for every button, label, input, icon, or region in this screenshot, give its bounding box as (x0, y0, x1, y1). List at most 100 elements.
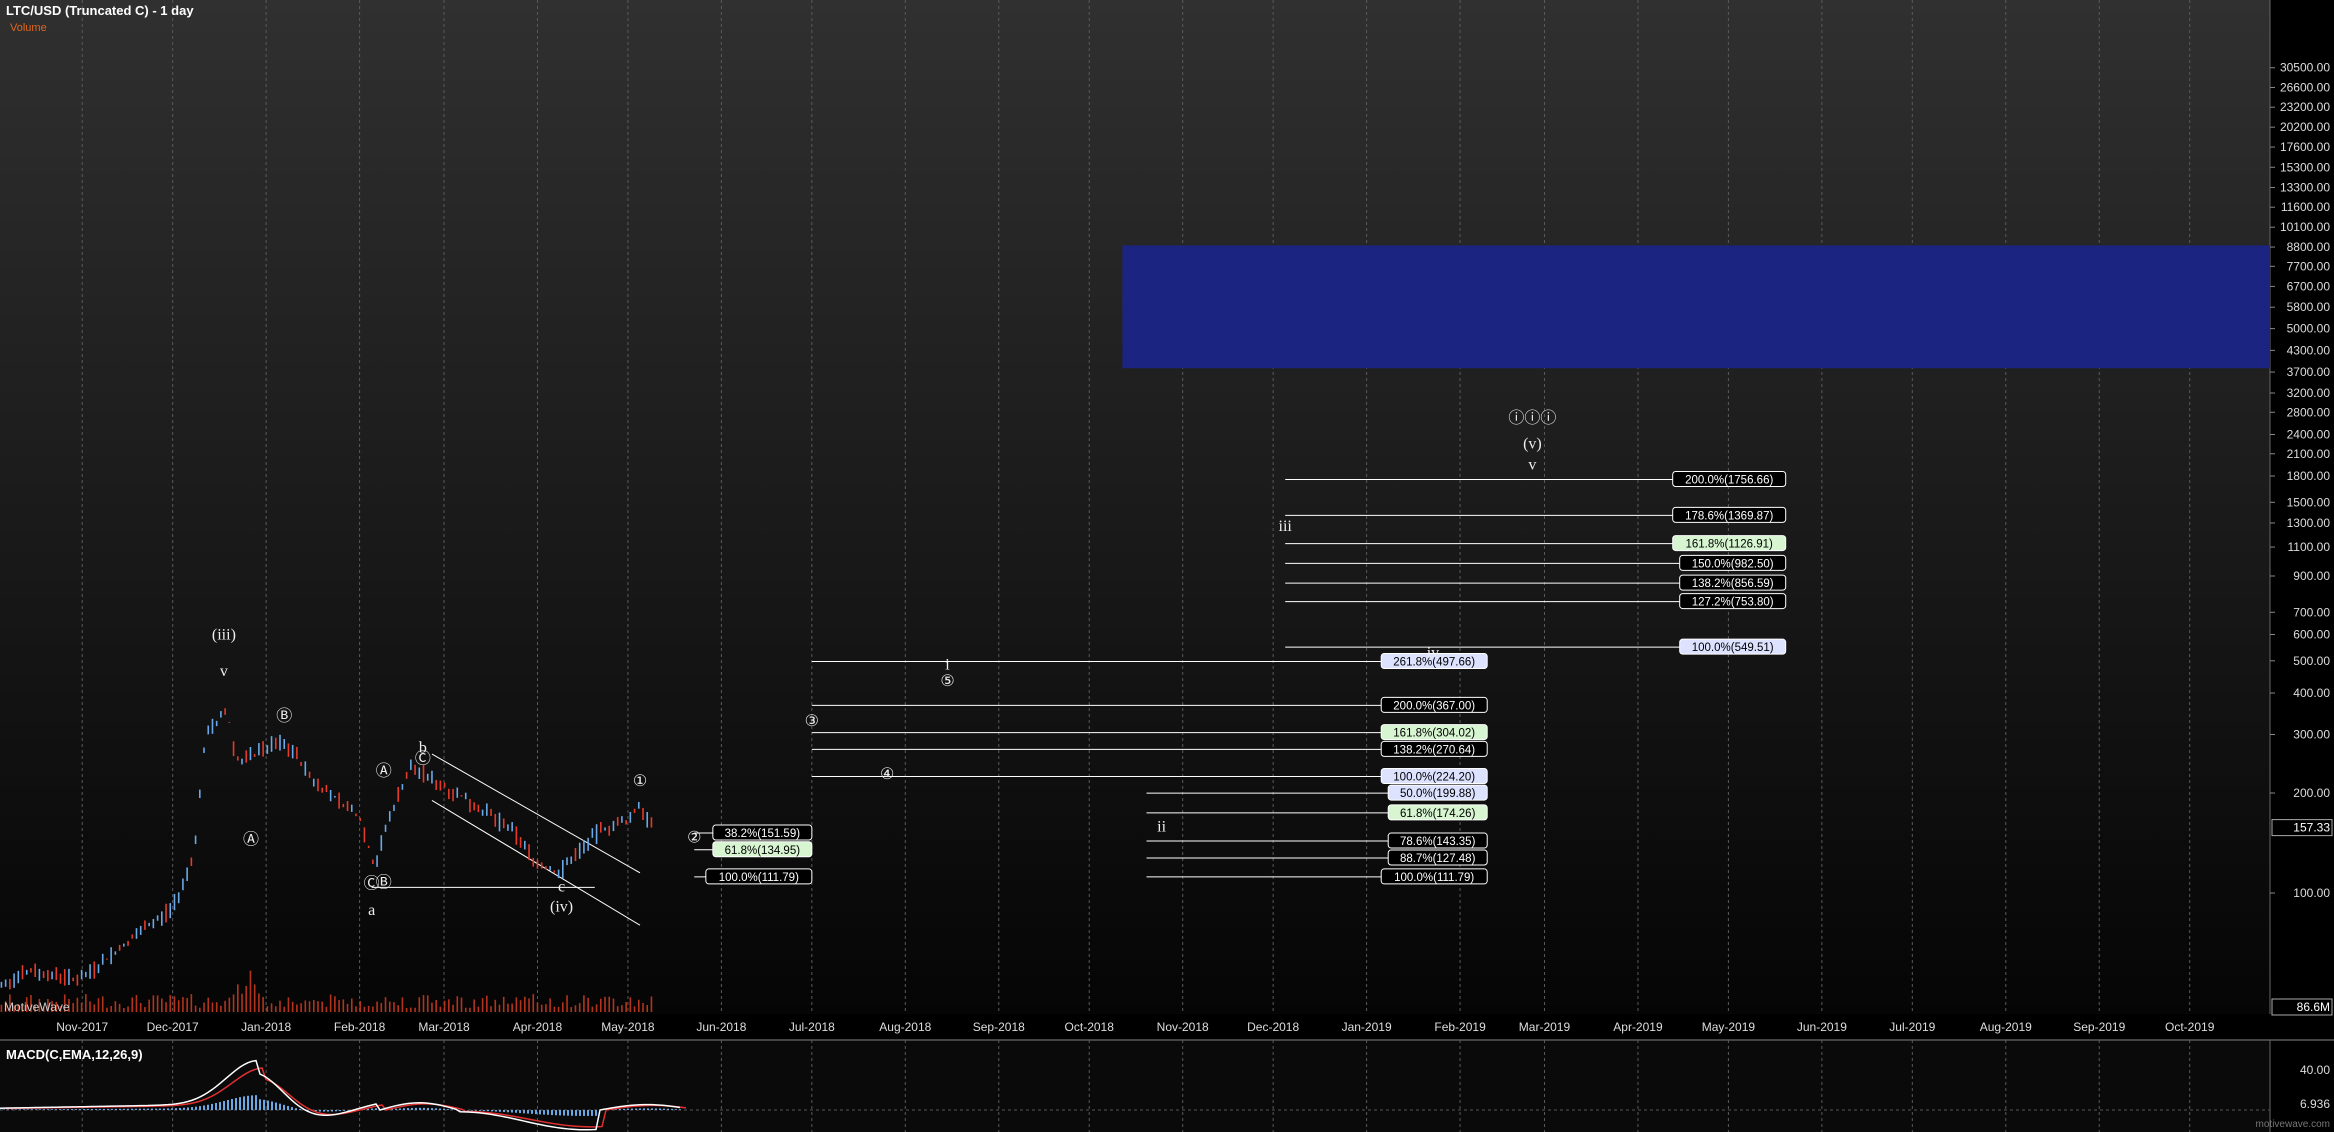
x-tick-label: Feb-2019 (1434, 1020, 1486, 1034)
y-tick-label: 600.00 (2293, 628, 2330, 642)
macd-tick-label: 40.00 (2300, 1063, 2330, 1077)
wave-label: (iii) (212, 626, 236, 643)
wave-label: Ⓐ (376, 762, 392, 780)
y-tick-label: 6700.00 (2287, 279, 2331, 293)
x-tick-label: Sep-2019 (2073, 1020, 2125, 1034)
x-tick-label: Sep-2018 (973, 1020, 1025, 1034)
wave-label: Ⓒ (415, 750, 431, 768)
fib-label: 78.6%(143.35) (1400, 836, 1476, 848)
y-tick-label: 30500.00 (2280, 61, 2330, 75)
y-tick-label: 3200.00 (2287, 386, 2331, 400)
y-tick-label: 13300.00 (2280, 180, 2330, 194)
x-tick-label: Aug-2018 (879, 1020, 931, 1034)
y-tick-label: 2400.00 (2287, 428, 2331, 442)
x-tick-label: Feb-2018 (334, 1020, 386, 1034)
wave-label: iv (1427, 644, 1439, 661)
wave-label: ⓘⓘⓘ (1508, 409, 1556, 427)
fib-label: 138.2%(270.64) (1393, 744, 1475, 756)
volume-label: Volume (10, 22, 47, 34)
y-tick-label: 20200.00 (2280, 120, 2330, 134)
y-tick-label: 8800.00 (2287, 240, 2331, 254)
x-tick-label: Jan-2018 (241, 1020, 291, 1034)
y-tick-label: 100.00 (2293, 886, 2330, 900)
y-tick-label: 15300.00 (2280, 160, 2330, 174)
wave-label: a (368, 902, 375, 919)
x-tick-label: Jan-2019 (1342, 1020, 1392, 1034)
wave-label: ① (633, 773, 647, 790)
wave-label: ③ (805, 713, 819, 730)
wave-label: Ⓐ (243, 830, 259, 848)
fib-label: 100.0%(111.79) (719, 872, 799, 884)
y-tick-label: 3700.00 (2287, 365, 2331, 379)
x-tick-label: Jun-2019 (1797, 1020, 1847, 1034)
y-tick-label: 1100.00 (2288, 540, 2331, 554)
fib-label: 178.6%(1369.87) (1685, 510, 1773, 522)
y-tick-label: 1300.00 (2287, 516, 2331, 530)
y-tick-label: 500.00 (2293, 654, 2330, 668)
current-price-label: 157.33 (2293, 821, 2330, 835)
y-tick-label: 17600.00 (2280, 140, 2330, 154)
x-tick-label: May-2018 (601, 1020, 655, 1034)
wave-label: ④ (880, 766, 894, 783)
wave-label: ⑤ (940, 673, 954, 690)
volume-readout: 86.6M (2297, 1000, 2330, 1014)
y-tick-label: 300.00 (2293, 728, 2330, 742)
fib-label: 150.0%(982.50) (1692, 558, 1774, 570)
fib-label: 61.8%(134.95) (725, 845, 801, 857)
wave-label: c (558, 879, 565, 896)
y-tick-label: 11600.00 (2281, 200, 2330, 214)
x-tick-label: Jul-2019 (1889, 1020, 1935, 1034)
wave-label: Ⓑ (276, 707, 292, 725)
chart-background (0, 0, 2270, 1014)
macd-title: MACD(C,EMA,12,26,9) (6, 1047, 143, 1062)
wave-label: v (220, 663, 228, 680)
y-tick-label: 2100.00 (2287, 447, 2331, 461)
watermark: motivewave.com (2255, 1119, 2330, 1130)
y-tick-label: 5800.00 (2287, 300, 2331, 314)
fib-label: 127.2%(753.80) (1692, 597, 1774, 609)
y-tick-label: 26600.00 (2280, 80, 2330, 94)
x-tick-label: Nov-2018 (1157, 1020, 1209, 1034)
price-chart[interactable]: 38.2%(151.59) 61.8%(134.95) 100.0%(111.79)… (0, 0, 2334, 1132)
fib-label: 88.7%(127.48) (1400, 853, 1476, 865)
wave-label: (v) (1523, 435, 1542, 452)
wave-label: iii (1279, 518, 1293, 535)
fib-label: 138.2%(856.59) (1692, 578, 1774, 590)
x-tick-label: Jul-2018 (789, 1020, 835, 1034)
fib-label: 100.0%(224.20) (1393, 772, 1475, 784)
x-tick-label: Dec-2018 (1247, 1020, 1299, 1034)
y-tick-label: 23200.00 (2280, 100, 2330, 114)
x-tick-label: Apr-2018 (513, 1020, 563, 1034)
macd-background (0, 1040, 2270, 1132)
wave-label: i (945, 657, 950, 674)
fib-label: 161.8%(304.02) (1393, 728, 1475, 740)
y-tick-label: 2800.00 (2287, 405, 2331, 419)
y-tick-label: 200.00 (2293, 786, 2330, 800)
x-tick-label: Dec-2017 (147, 1020, 199, 1034)
target-zone (1122, 245, 2270, 369)
y-tick-label: 1500.00 (2287, 495, 2331, 509)
x-tick-label: Jun-2018 (696, 1020, 746, 1034)
x-tick-label: Mar-2018 (418, 1020, 470, 1034)
fib-label: 38.2%(151.59) (725, 828, 801, 840)
fib-label: 50.0%(199.88) (1400, 788, 1476, 800)
wave-label: ii (1157, 819, 1166, 836)
x-tick-label: Aug-2019 (1980, 1020, 2032, 1034)
y-tick-label: 1800.00 (2287, 469, 2331, 483)
wave-label: ② (687, 829, 701, 846)
x-tick-label: May-2019 (1702, 1020, 1756, 1034)
y-tick-label: 5000.00 (2287, 322, 2331, 336)
fib-label: 200.0%(1756.66) (1685, 475, 1773, 487)
macd-tick-label: 6.936 (2300, 1097, 2330, 1111)
wave-label: Ⓑ (376, 873, 392, 891)
x-tick-label: Mar-2019 (1519, 1020, 1571, 1034)
wave-label: v (1528, 457, 1536, 474)
y-tick-label: 7700.00 (2287, 259, 2331, 273)
x-tick-label: Oct-2018 (1065, 1020, 1115, 1034)
chart-title: LTC/USD (Truncated C) - 1 day (6, 3, 194, 18)
wave-label: (iv) (550, 898, 573, 915)
brand-label: MotiveWave (4, 1000, 70, 1014)
fib-label: 61.8%(174.26) (1400, 808, 1476, 820)
fib-label: 200.0%(367.00) (1393, 700, 1475, 712)
fib-label: 100.0%(549.51) (1692, 642, 1774, 654)
